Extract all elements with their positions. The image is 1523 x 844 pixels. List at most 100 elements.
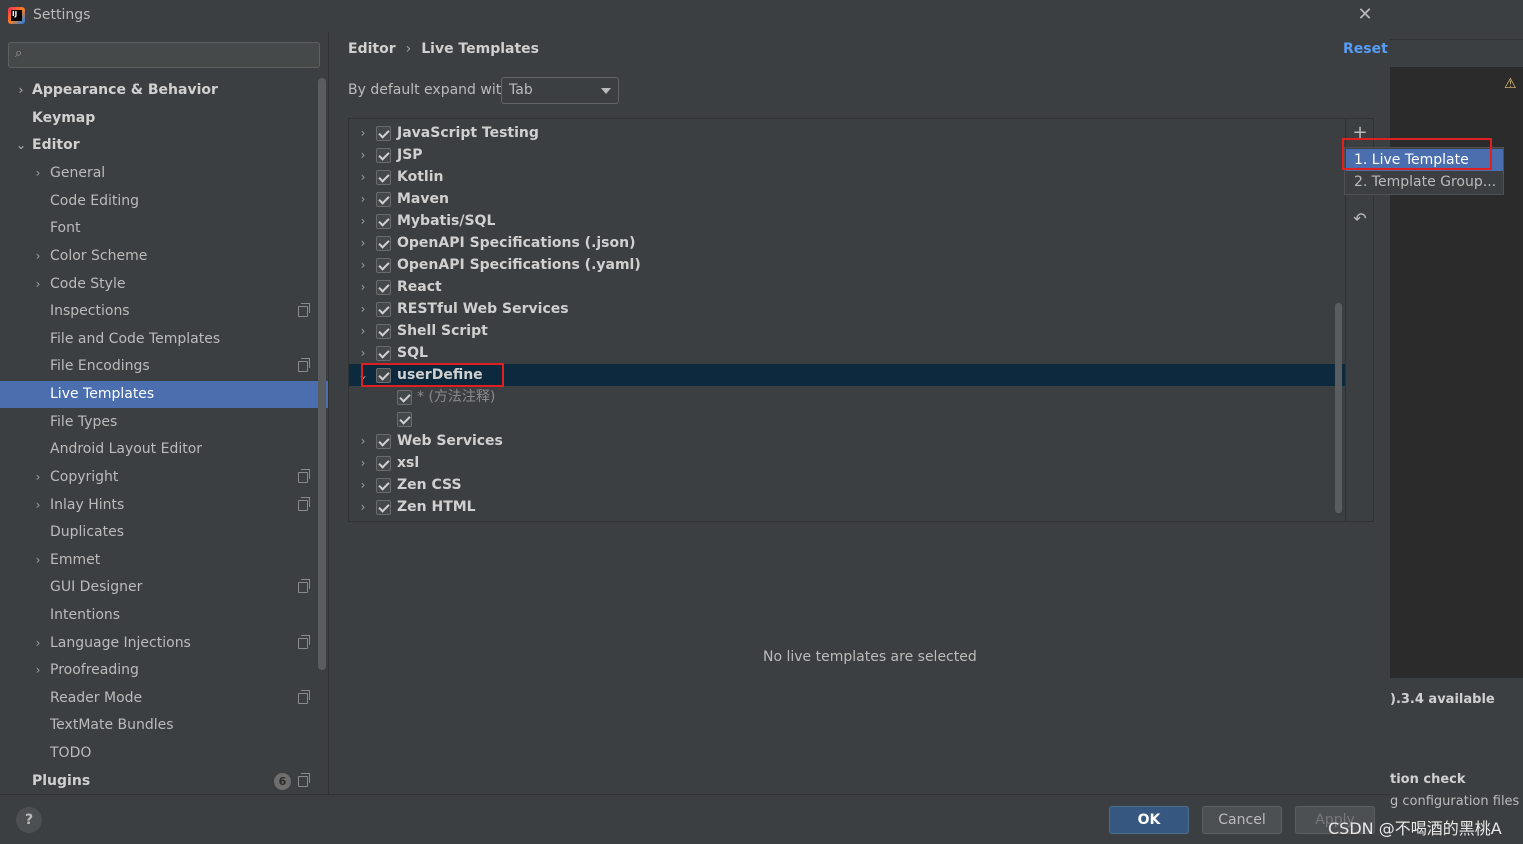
sidebar-item-intentions[interactable]: Intentions [0, 602, 328, 629]
template-group-row[interactable]: › Zen HTML [349, 496, 1345, 518]
template-group-row[interactable]: › JavaScript Testing [349, 122, 1345, 144]
sidebar-item-file-and-code-templates[interactable]: File and Code Templates [0, 326, 328, 353]
sidebar-item-gui-designer[interactable]: GUI Designer [0, 574, 328, 601]
close-icon[interactable]: ✕ [1355, 4, 1375, 26]
template-group-row[interactable]: › Kotlin [349, 166, 1345, 188]
sidebar-item-file-types[interactable]: File Types [0, 409, 328, 436]
template-group-row[interactable]: › JSP [349, 144, 1345, 166]
chevron-right-icon[interactable]: › [357, 210, 369, 232]
menu-item-template-group[interactable]: 2. Template Group... [1346, 171, 1503, 193]
sidebar-item-android-layout-editor[interactable]: Android Layout Editor [0, 436, 328, 463]
chevron-right-icon[interactable]: › [357, 166, 369, 188]
sidebar-item-language-injections[interactable]: › Language Injections [0, 630, 328, 657]
sidebar-item-color-scheme[interactable]: › Color Scheme [0, 243, 328, 270]
template-group-row[interactable]: › OpenAPI Specifications (.yaml) [349, 254, 1345, 276]
chevron-right-icon[interactable]: › [357, 496, 369, 518]
template-checkbox[interactable] [397, 412, 412, 427]
sidebar-item-font[interactable]: Font [0, 215, 328, 242]
ok-button[interactable]: OK [1109, 806, 1189, 834]
chevron-right-icon[interactable]: › [357, 122, 369, 144]
template-checkbox[interactable] [376, 258, 391, 273]
sidebar-item-file-encodings[interactable]: File Encodings [0, 353, 328, 380]
chevron-right-icon[interactable]: › [357, 232, 369, 254]
template-checkbox[interactable] [376, 192, 391, 207]
template-checkbox[interactable] [376, 148, 391, 163]
sidebar-item-code-editing[interactable]: Code Editing [0, 188, 328, 215]
sidebar-scrollbar[interactable] [318, 78, 326, 670]
template-item[interactable] [349, 408, 1345, 430]
reset-link[interactable]: Reset [1343, 41, 1388, 57]
template-checkbox[interactable] [376, 500, 391, 515]
chevron-right-icon[interactable]: › [31, 657, 45, 684]
chevron-right-icon[interactable]: › [14, 77, 28, 104]
sidebar-item-proofreading[interactable]: › Proofreading [0, 657, 328, 684]
chevron-right-icon[interactable]: › [31, 243, 45, 270]
sidebar-item-code-style[interactable]: › Code Style [0, 271, 328, 298]
template-group-row[interactable]: › Shell Script [349, 320, 1345, 342]
sidebar-item-appearance-behavior[interactable]: › Appearance & Behavior [0, 77, 328, 104]
sidebar-item-emmet[interactable]: › Emmet [0, 547, 328, 574]
sidebar-item-reader-mode[interactable]: Reader Mode [0, 685, 328, 712]
template-group-row[interactable]: › Mybatis/SQL [349, 210, 1345, 232]
dialog-button-bar: ? OK Cancel Apply [0, 794, 1390, 844]
chevron-right-icon[interactable]: › [357, 474, 369, 496]
template-checkbox[interactable] [376, 280, 391, 295]
sidebar-item-inlay-hints[interactable]: › Inlay Hints [0, 492, 328, 519]
sidebar-item-plugins[interactable]: Plugins 6 [0, 768, 328, 795]
breadcrumb-editor[interactable]: Editor [348, 41, 396, 57]
expand-with-select[interactable]: Tab [501, 77, 619, 104]
template-group-row[interactable]: › SQL [349, 342, 1345, 364]
chevron-right-icon[interactable]: › [31, 630, 45, 657]
template-group-row[interactable]: › xsl [349, 452, 1345, 474]
chevron-right-icon[interactable]: › [357, 320, 369, 342]
template-checkbox[interactable] [376, 236, 391, 251]
template-group-row[interactable]: › Zen CSS [349, 474, 1345, 496]
chevron-right-icon[interactable]: › [31, 547, 45, 574]
help-button[interactable]: ? [16, 807, 42, 833]
templates-scrollbar[interactable] [1335, 303, 1342, 513]
template-checkbox[interactable] [376, 302, 391, 317]
sidebar-item-live-templates[interactable]: Live Templates [0, 381, 328, 408]
sidebar-item-todo[interactable]: TODO [0, 740, 328, 767]
chevron-right-icon[interactable]: › [357, 254, 369, 276]
chevron-right-icon[interactable]: › [31, 464, 45, 491]
settings-search[interactable]: ⌕ [8, 42, 320, 68]
template-checkbox[interactable] [376, 126, 391, 141]
template-group-row[interactable]: › Maven [349, 188, 1345, 210]
template-checkbox[interactable] [376, 478, 391, 493]
sidebar-item-general[interactable]: › General [0, 160, 328, 187]
template-checkbox[interactable] [376, 170, 391, 185]
sidebar-item-duplicates[interactable]: Duplicates [0, 519, 328, 546]
template-group-row[interactable]: › RESTful Web Services [349, 298, 1345, 320]
sidebar-item-keymap[interactable]: Keymap [0, 105, 328, 132]
search-input[interactable] [35, 46, 315, 64]
template-group-row[interactable]: › Web Services [349, 430, 1345, 452]
restore-icon[interactable]: ↶ [1350, 209, 1370, 229]
chevron-right-icon[interactable]: › [31, 160, 45, 187]
template-item[interactable]: * (方法注释) [349, 386, 1345, 408]
chevron-right-icon[interactable]: › [357, 452, 369, 474]
sidebar-item-editor[interactable]: ⌄ Editor [0, 132, 328, 159]
sidebar-item-label: Inlay Hints [50, 497, 125, 513]
template-checkbox[interactable] [376, 324, 391, 339]
template-checkbox[interactable] [376, 214, 391, 229]
chevron-right-icon[interactable]: › [357, 430, 369, 452]
chevron-right-icon[interactable]: › [31, 271, 45, 298]
template-checkbox[interactable] [376, 434, 391, 449]
chevron-down-icon[interactable]: ⌄ [14, 132, 28, 159]
sidebar-item-copyright[interactable]: › Copyright [0, 464, 328, 491]
template-checkbox[interactable] [397, 390, 412, 405]
sidebar-item-inspections[interactable]: Inspections [0, 298, 328, 325]
template-group-row[interactable]: › OpenAPI Specifications (.json) [349, 232, 1345, 254]
chevron-right-icon[interactable]: › [357, 342, 369, 364]
chevron-right-icon[interactable]: › [357, 188, 369, 210]
chevron-right-icon[interactable]: › [357, 298, 369, 320]
chevron-right-icon[interactable]: › [357, 144, 369, 166]
template-group-row[interactable]: › React [349, 276, 1345, 298]
cancel-button[interactable]: Cancel [1202, 806, 1282, 834]
sidebar-item-textmate-bundles[interactable]: TextMate Bundles [0, 712, 328, 739]
chevron-right-icon[interactable]: › [357, 276, 369, 298]
chevron-right-icon[interactable]: › [31, 492, 45, 519]
template-checkbox[interactable] [376, 456, 391, 471]
template-checkbox[interactable] [376, 346, 391, 361]
